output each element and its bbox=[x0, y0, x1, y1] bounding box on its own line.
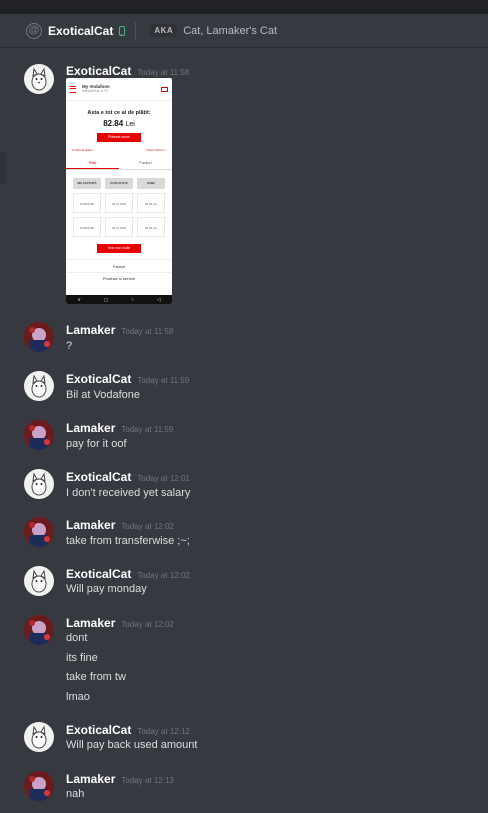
message-text: take from transferwise ;~; bbox=[66, 535, 190, 547]
avatar[interactable] bbox=[24, 722, 54, 752]
message-author[interactable]: ExoticalCat Today at 11:59 bbox=[66, 372, 189, 386]
message-author[interactable]: Lamaker Today at 11:58 bbox=[66, 323, 173, 337]
attachment-link-left: Confirmă plata > bbox=[72, 148, 95, 152]
message-timestamp: Today at 12:01 bbox=[137, 474, 190, 483]
attachment-brand-sub: Servicii fixe & TV bbox=[82, 89, 109, 93]
message-timestamp: Today at 12:02 bbox=[121, 620, 174, 629]
circle-icon: ○ bbox=[130, 296, 134, 303]
message-timestamp: Today at 12:12 bbox=[137, 727, 190, 736]
message-timestamp: Today at 11:58 bbox=[137, 68, 190, 77]
mobile-phone-icon bbox=[119, 25, 126, 36]
avatar[interactable] bbox=[24, 64, 54, 94]
message-text: its fine bbox=[66, 652, 98, 664]
attachment-cell: 20.12.2020 bbox=[105, 193, 133, 213]
attachment-tab-payments: Plăți bbox=[66, 160, 119, 169]
attachment-title: Asta e tot ce ai de plătit: bbox=[87, 110, 151, 116]
avatar[interactable] bbox=[24, 566, 54, 596]
header-divider bbox=[135, 21, 137, 40]
avatar[interactable] bbox=[24, 615, 54, 645]
message-author[interactable]: Lamaker Today at 11:59 bbox=[66, 421, 173, 435]
avatar[interactable] bbox=[24, 371, 54, 401]
aka-names: Cat, Lamaker's Cat bbox=[183, 24, 278, 37]
message-author[interactable]: Lamaker Today at 12:13 bbox=[66, 772, 174, 786]
channel-name[interactable]: ExoticalCat bbox=[48, 24, 113, 38]
message-timestamp: Today at 12:13 bbox=[121, 776, 174, 785]
square-icon: ◻ bbox=[103, 296, 109, 303]
mail-icon bbox=[161, 86, 168, 92]
attachment-amount: 82.84 Lei bbox=[103, 119, 135, 128]
message-text: dont bbox=[66, 632, 88, 644]
message-timestamp: Today at 11:58 bbox=[121, 327, 174, 336]
avatar[interactable] bbox=[24, 420, 54, 450]
message-author[interactable]: Lamaker Today at 12:02 bbox=[66, 518, 174, 532]
aka-badge: AKA bbox=[150, 24, 178, 37]
attachment-column-header: DATA PLĂȚII bbox=[105, 178, 133, 189]
avatar[interactable] bbox=[24, 469, 54, 499]
attachment-more-button: Vezi mai multe bbox=[97, 244, 141, 253]
attachment-cell: 82.84 Lei bbox=[137, 217, 165, 237]
attachment-nav-invoices: Facturi bbox=[66, 259, 172, 269]
at-icon: @ bbox=[26, 22, 42, 39]
message-text: nah bbox=[66, 788, 85, 800]
avatar[interactable] bbox=[24, 322, 54, 352]
attachment-cell: 123456789 bbox=[73, 193, 101, 213]
attachment-cell: 20.12.2020 bbox=[105, 217, 133, 237]
message-text: Will pay back used amount bbox=[66, 739, 198, 751]
avatar[interactable] bbox=[24, 517, 54, 547]
attachment-link-right: Istoric facturi > bbox=[146, 148, 166, 152]
message-timestamp: Today at 11:59 bbox=[121, 425, 174, 434]
message-text: ? bbox=[66, 340, 73, 352]
message-text: lmao bbox=[66, 691, 90, 703]
message-author[interactable]: ExoticalCat Today at 12:12 bbox=[66, 723, 190, 737]
message-text: I don't received yet salary bbox=[66, 487, 191, 499]
left-edge-tab[interactable] bbox=[0, 152, 5, 184]
message-author[interactable]: ExoticalCat Today at 12:02 bbox=[66, 567, 190, 581]
message-timestamp: Today at 11:59 bbox=[137, 376, 190, 385]
attachment-tab-invoices: Facturi bbox=[139, 160, 152, 165]
attachment-cell: 82.84 Lei bbox=[137, 193, 165, 213]
message-author[interactable]: Lamaker Today at 12:02 bbox=[66, 616, 174, 630]
channel-header: @ ExoticalCat AKA Cat, Lamaker's Cat bbox=[0, 14, 488, 48]
image-attachment[interactable]: My Vodafone Servicii fixe & TV Asta e tot… bbox=[66, 78, 172, 304]
menu-icon bbox=[70, 85, 76, 93]
chevron-down-icon: ∨ bbox=[77, 296, 82, 303]
message-text: Bil at Vodafone bbox=[66, 389, 141, 401]
attachment-cell: 123456789 bbox=[73, 217, 101, 237]
message-author[interactable]: ExoticalCat Today at 12:01 bbox=[66, 470, 190, 484]
message-text: pay for it oof bbox=[66, 438, 127, 450]
attachment-nav-products: Produse și servicii bbox=[66, 272, 172, 283]
attachment-pay-button: Plătește acum bbox=[97, 133, 141, 142]
android-nav-bar: ∨ ◻ ○ ◁ bbox=[66, 295, 172, 304]
message-text: take from tw bbox=[66, 671, 126, 683]
message-timestamp: Today at 12:02 bbox=[137, 571, 190, 580]
attachment-column-header: SUMA bbox=[137, 178, 165, 189]
message-timestamp: Today at 12:02 bbox=[121, 522, 174, 531]
window-top-strip bbox=[0, 0, 488, 14]
message-author[interactable]: ExoticalCat Today at 11:58 bbox=[66, 64, 189, 78]
back-icon: ◁ bbox=[156, 296, 161, 303]
avatar[interactable] bbox=[24, 771, 54, 801]
attachment-column-header: NR. FACTURĂ bbox=[73, 178, 101, 189]
message-text: Will pay monday bbox=[66, 583, 147, 595]
